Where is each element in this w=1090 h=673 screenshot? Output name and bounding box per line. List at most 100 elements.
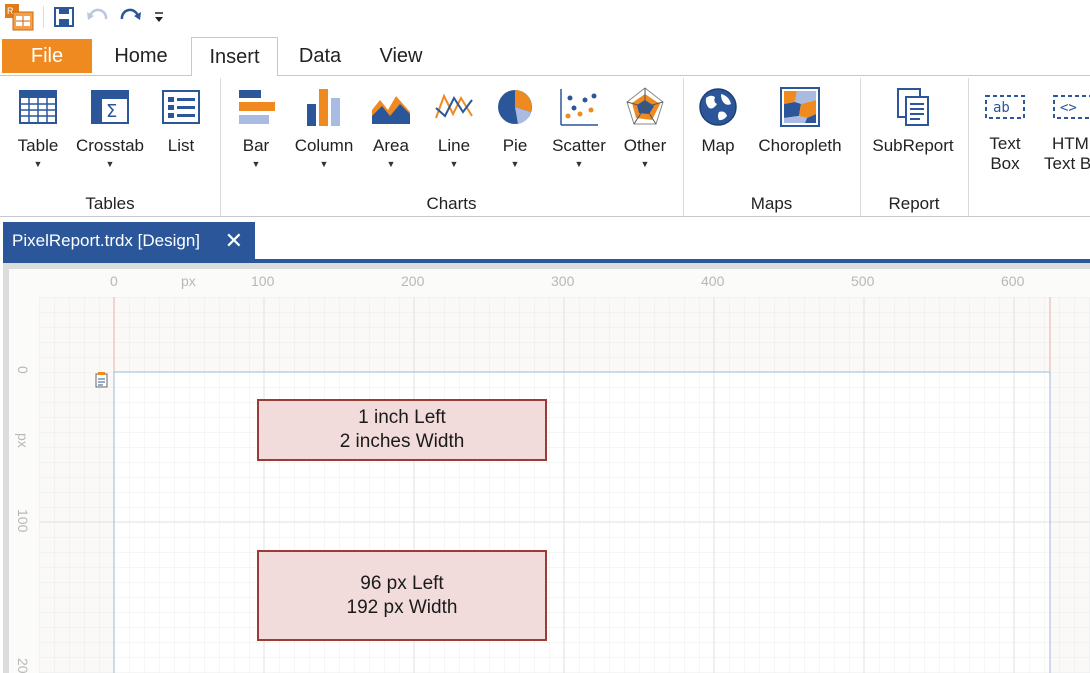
html-textbox-label-line2: Text Box (1044, 154, 1090, 173)
crosstab-icon: Σ (89, 86, 131, 128)
ruler-tick-label: 100 (15, 509, 31, 533)
ruler-tick-label: 0 (110, 273, 118, 289)
html-textbox-icon: <> (1052, 86, 1090, 128)
report-textbox-line: 2 inches Width (339, 431, 465, 452)
pie-chart-icon (494, 86, 536, 128)
ruler-tick-label: 500 (851, 273, 875, 289)
ruler-unit-label: px (181, 273, 196, 289)
bar-chart-icon (235, 86, 277, 128)
ribbon-insert-panel: Table ▼ Σ Crosstab ▼ List Tables Bar ▼ C… (0, 75, 1090, 217)
column-chart-icon (303, 86, 345, 128)
ribbon-tabs: File Home Insert Data View (0, 37, 1090, 76)
group-label-tables: Tables (85, 194, 135, 213)
chevron-down-icon: ▼ (33, 159, 43, 169)
chevron-down-icon: ▼ (386, 159, 396, 169)
table-button[interactable]: Table ▼ (12, 86, 64, 169)
scatter-chart-button[interactable]: Scatter ▼ (548, 86, 610, 169)
crosstab-button[interactable]: Σ Crosstab ▼ (74, 86, 146, 169)
group-label-report: Report (888, 194, 940, 213)
report-design-surface[interactable]: 0 px 100 200 300 400 500 600 0 px 100 20… (9, 269, 1090, 673)
horizontal-ruler: 0 px 100 200 300 400 500 600 (9, 269, 1090, 297)
tab-data[interactable]: Data (284, 38, 356, 74)
report-textbox[interactable]: 1 inch Left 2 inches Width (257, 399, 547, 461)
vertical-ruler: 0 px 100 200 (9, 297, 39, 673)
line-chart-icon (433, 86, 475, 128)
ruler-unit-label: px (15, 433, 31, 448)
redo-icon[interactable] (117, 4, 143, 30)
list-button-label: List (167, 136, 195, 155)
line-chart-button[interactable]: Line ▼ (430, 86, 478, 169)
bar-chart-button[interactable]: Bar ▼ (232, 86, 280, 169)
area-chart-icon (370, 86, 412, 128)
pie-chart-button[interactable]: Pie ▼ (492, 86, 538, 169)
column-button-label: Column (294, 136, 354, 155)
report-textbox-line: 1 inch Left (358, 407, 446, 428)
ruler-tick-label: 200 (15, 658, 31, 673)
ruler-tick-label: 300 (551, 273, 575, 289)
report-designer-app-icon[interactable]: R (4, 4, 34, 31)
other-chart-button[interactable]: Other ▼ (618, 86, 672, 169)
map-button[interactable]: Map (694, 86, 742, 156)
group-label-charts: Charts (426, 194, 477, 213)
undo-icon[interactable] (85, 4, 111, 30)
group-label-maps: Maps (750, 194, 793, 213)
html-textbox-label-line1: HTML (1052, 134, 1090, 153)
design-grid (39, 297, 1090, 673)
map-button-label: Map (701, 136, 735, 155)
ruler-tick-label: 200 (401, 273, 425, 289)
scatter-button-label: Scatter (552, 136, 606, 155)
textbox-icon: ab (984, 86, 1026, 128)
table-icon (17, 86, 59, 128)
chevron-down-icon: ▼ (251, 159, 261, 169)
choropleth-map-icon (779, 86, 821, 128)
list-icon (160, 86, 202, 128)
globe-icon (697, 86, 739, 128)
list-button[interactable]: List (156, 86, 206, 156)
ruler-tick-label: 100 (251, 273, 275, 289)
choropleth-button[interactable]: Choropleth (752, 86, 848, 156)
subreport-button[interactable]: SubReport (868, 86, 958, 156)
customize-dropdown-icon[interactable] (151, 4, 167, 30)
ruler-tick-label: 600 (1001, 273, 1025, 289)
crosstab-button-label: Crosstab (75, 136, 145, 155)
area-chart-button[interactable]: Area ▼ (368, 86, 414, 169)
ruler-tick-label: 400 (701, 273, 725, 289)
html-textbox-button[interactable]: <> HTML Text Box (1042, 86, 1090, 174)
textbox-button[interactable]: ab Text Box (980, 86, 1030, 174)
report-textbox[interactable]: 96 px Left 192 px Width (257, 550, 547, 641)
svg-text:Σ: Σ (106, 101, 117, 122)
svg-text:ab: ab (993, 100, 1010, 116)
ruler-tick-label: 0 (15, 366, 31, 374)
textbox-label-line2: Box (990, 154, 1020, 173)
save-icon[interactable] (52, 4, 76, 30)
tab-file[interactable]: File (2, 39, 92, 73)
group-divider (968, 78, 969, 216)
report-textbox-line: 96 px Left (360, 572, 444, 594)
other-button-label: Other (623, 136, 667, 155)
chevron-down-icon: ▼ (105, 159, 115, 169)
chevron-down-icon: ▼ (449, 159, 459, 169)
chevron-down-icon: ▼ (640, 159, 650, 169)
subreport-button-label: SubReport (872, 136, 954, 155)
column-chart-button[interactable]: Column ▼ (290, 86, 358, 169)
table-button-label: Table (17, 136, 59, 155)
line-button-label: Line (437, 136, 471, 155)
bar-button-label: Bar (242, 136, 270, 155)
qat-divider (43, 6, 44, 28)
chevron-down-icon: ▼ (319, 159, 329, 169)
chevron-down-icon: ▼ (574, 159, 584, 169)
report-section-icon[interactable] (95, 372, 109, 388)
area-button-label: Area (373, 136, 409, 155)
document-tab[interactable]: PixelReport.trdx [Design] ✕ (3, 222, 255, 260)
radar-chart-icon (624, 86, 666, 128)
document-tab-title: PixelReport.trdx [Design] (12, 231, 201, 250)
close-icon[interactable]: ✕ (225, 230, 243, 252)
chevron-down-icon: ▼ (510, 159, 520, 169)
tab-insert[interactable]: Insert (191, 37, 278, 76)
subreport-icon (892, 86, 934, 128)
scatter-chart-icon (558, 86, 600, 128)
quick-access-toolbar: R (0, 0, 1090, 36)
tab-home[interactable]: Home (98, 38, 184, 74)
tab-view[interactable]: View (364, 38, 438, 74)
report-textbox-line: 192 px Width (346, 596, 458, 618)
